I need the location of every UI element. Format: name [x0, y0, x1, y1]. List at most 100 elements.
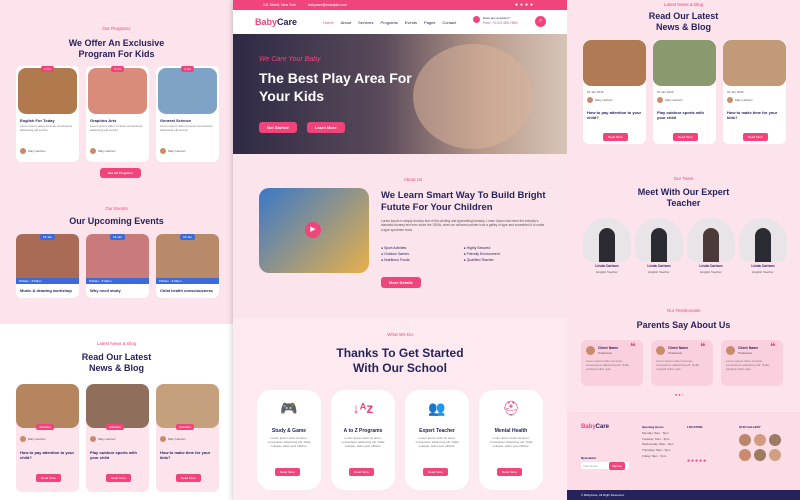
program-card[interactable]: 4 Yrs Graphics Arts Lorem ipsum dolor si… — [86, 66, 149, 162]
news-card[interactable]: 01 Jan 2045 Mary Herbert How to pay atte… — [583, 40, 646, 144]
program-card[interactable]: 4 Yrs General Science Lorem ipsum dolor … — [156, 66, 219, 162]
see-all-programs-button[interactable]: See All Programs — [100, 168, 141, 178]
social-icons[interactable]: ●●●● — [515, 2, 535, 8]
news-title-link[interactable]: Play outdoor sports with your child — [90, 450, 145, 460]
read-more-button[interactable]: Read More — [743, 133, 768, 141]
nav-services[interactable]: Services — [358, 20, 373, 25]
gallery-thumb[interactable] — [754, 434, 766, 446]
left-news-section: Latest News & Blog Read Our Latest News … — [0, 324, 233, 500]
read-more-button[interactable]: Read More — [106, 474, 131, 482]
teacher-card[interactable]: Linda Carlson English Teacher — [739, 218, 787, 280]
footer-social-icons[interactable]: ●●●●● — [687, 458, 707, 464]
gallery-thumb[interactable] — [739, 449, 751, 461]
phone-number[interactable]: Free: +0123 456 7890 — [483, 21, 518, 25]
program-title[interactable]: General Science — [160, 118, 191, 123]
teacher-photo — [635, 218, 683, 262]
read-more-button[interactable]: Read More — [275, 468, 300, 476]
teacher-role: English Teacher — [648, 270, 670, 274]
avatar — [160, 148, 166, 154]
teacher-card[interactable]: Linda Carlson English Teacher — [687, 218, 735, 280]
teacher-card[interactable]: Linda Carlson English Teacher — [583, 218, 631, 280]
service-card[interactable]: 🎮 Study & Game Lorem ipsum dolor sit ame… — [257, 390, 321, 490]
feature-item: ● Nutritious Foods — [381, 258, 410, 262]
teacher-name: Linda Carlson — [751, 264, 775, 268]
learn-more-button[interactable]: Learn More — [307, 122, 345, 133]
read-more-button[interactable]: Read More — [603, 133, 628, 141]
topbar-email[interactable]: babycare@example.com — [308, 3, 347, 7]
avatar — [587, 97, 593, 103]
services-title: Thanks To Get Started With Our School — [336, 346, 464, 375]
hours-item: Thursday: 8am - 5pm — [642, 448, 671, 453]
carousel-dots[interactable]: ●●○ — [675, 392, 685, 397]
news-card[interactable]: Activities Mary Herbert How to make time… — [156, 384, 219, 492]
nav-events[interactable]: Events — [405, 20, 417, 25]
client-name: Client Name — [668, 346, 689, 350]
feature-item: ● Outdoor Games — [381, 252, 409, 256]
service-card[interactable]: 👥 Expert Teacher Lorem ipsum dolor sit a… — [405, 390, 469, 490]
program-text: Lorem ipsum dolor sit amet consectetur a… — [90, 124, 143, 132]
hours-item: Friday: 8am - 5pm — [642, 453, 667, 458]
program-title[interactable]: English For Today — [20, 118, 55, 123]
read-more-button[interactable]: Read More — [36, 474, 61, 482]
news-card[interactable]: 01 Jan 2045 Mary Herbert How to make tim… — [723, 40, 786, 144]
signup-button[interactable]: SignUp — [609, 462, 625, 470]
read-more-button[interactable]: Read More — [497, 468, 522, 476]
news-title-link[interactable]: Play outdoor sports with your child — [657, 110, 712, 120]
service-text: Lorem ipsum dolor sit amet, consectetur … — [415, 436, 459, 448]
event-title[interactable]: Why need study — [90, 288, 121, 293]
site-logo[interactable]: BabyCare — [255, 17, 297, 27]
read-more-button[interactable]: Read More — [423, 468, 448, 476]
event-title[interactable]: Music & drawing workshop — [20, 288, 72, 293]
news-title-link[interactable]: How to pay attention to your child? — [20, 450, 75, 460]
copyright-text: © BabyCare, All Right Reserved. — [581, 493, 625, 497]
news-date: 01 Jan 2045 — [657, 90, 674, 94]
get-started-button[interactable]: Get Started — [259, 122, 297, 133]
feature-item: ● Sport Activites — [381, 246, 407, 250]
news-title-link[interactable]: How to make time for your kids? — [160, 450, 215, 460]
program-card[interactable]: 4 Yrs English For Today Lorem ipsum dolo… — [16, 66, 79, 162]
top-bar: 141 Street, New York babycare@example.co… — [233, 0, 567, 10]
author-name: Mary Herbert — [28, 149, 46, 153]
footer-logo[interactable]: BabyCare — [581, 424, 609, 430]
teacher-role: English Teacher — [752, 270, 774, 274]
event-photo — [156, 234, 219, 278]
read-more-button[interactable]: Read More — [176, 474, 201, 482]
event-card[interactable]: 18 Jan 8:00am - 5:00pm Music & drawing w… — [16, 234, 79, 298]
event-card[interactable]: 18 Jan 8:00am - 5:00pm Child health cons… — [156, 234, 219, 298]
nav-programs[interactable]: Programs — [380, 20, 397, 25]
testimonial-text: Lorem ipsum dolor sit amet, consectetur … — [586, 359, 629, 371]
news-card[interactable]: 01 Jan 2045 Mary Herbert Play outdoor sp… — [653, 40, 716, 144]
gallery-thumb[interactable] — [769, 449, 781, 461]
nav-contact[interactable]: Contact — [442, 20, 456, 25]
news-title-link[interactable]: How to make time for your kids? — [727, 110, 782, 120]
news-photo — [86, 384, 149, 428]
read-more-button[interactable]: Read More — [673, 133, 698, 141]
service-card[interactable]: ⛑ Mental Health Lorem ipsum dolor sit am… — [479, 390, 543, 490]
gallery-grid — [739, 434, 783, 461]
nav-home[interactable]: Home — [323, 20, 334, 25]
gallery-title: OUR GALLERY — [739, 425, 761, 429]
nav-about[interactable]: About — [341, 20, 351, 25]
event-title[interactable]: Child health consciousness — [160, 288, 213, 293]
teacher-name: Linda Carlson — [647, 264, 671, 268]
news-card[interactable]: Activities Mary Herbert How to pay atten… — [16, 384, 79, 492]
right-preview-panel: Latest News & Blog Read Our Latest News … — [567, 0, 800, 500]
gallery-thumb[interactable] — [754, 449, 766, 461]
more-details-button[interactable]: More Details — [381, 277, 421, 288]
play-video-icon[interactable]: ▶ — [305, 222, 321, 238]
news-card[interactable]: Activities Mary Herbert Play outdoor spo… — [86, 384, 149, 492]
read-more-button[interactable]: Read More — [349, 468, 374, 476]
nurse-icon: ⛑ — [502, 400, 520, 416]
nav-pages[interactable]: Pages — [424, 20, 435, 25]
program-photo — [88, 68, 147, 114]
news-title-link[interactable]: How to pay attention to your child? — [587, 110, 642, 120]
event-card[interactable]: 18 Jan 8:00am - 5:00pm Why need study — [86, 234, 149, 298]
gallery-thumb[interactable] — [769, 434, 781, 446]
gallery-thumb[interactable] — [739, 434, 751, 446]
hero-banner: We Care Your Baby The Best Play Area For… — [233, 34, 567, 154]
program-text: Lorem ipsum dolor sit amet consectetur a… — [20, 124, 73, 132]
search-icon[interactable]: ⌕ — [535, 16, 546, 27]
teacher-card[interactable]: Linda Carlson English Teacher — [635, 218, 683, 280]
service-card[interactable]: ↓ᴬz A to Z Programs Lorem ipsum dolor si… — [331, 390, 395, 490]
program-title[interactable]: Graphics Arts — [90, 118, 116, 123]
